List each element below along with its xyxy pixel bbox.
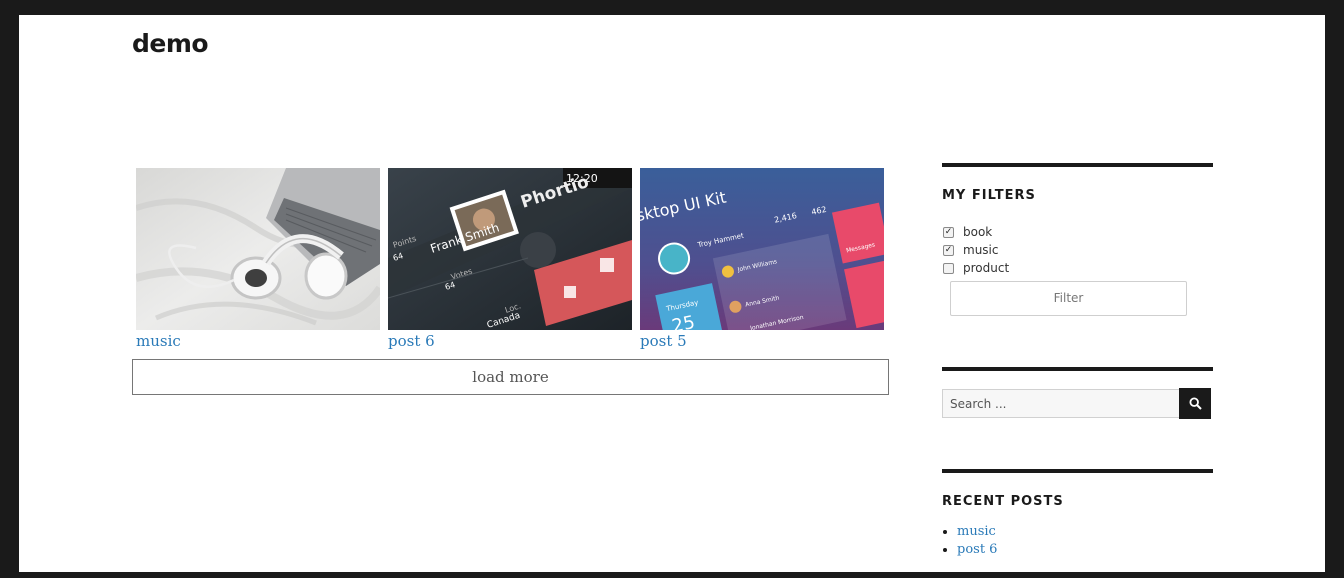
post-title-link[interactable]: music xyxy=(136,332,380,350)
checkbox-checked[interactable]: ✓ xyxy=(943,244,954,256)
widget-divider xyxy=(942,367,1213,371)
filter-label: music xyxy=(963,243,999,257)
filters-widget: MY FILTERS ✓ book ✓ music product Filter xyxy=(942,163,1213,316)
post-thumbnail-post-5[interactable]: esktop UI Kit Troy Hammet 2,416 462 Thur… xyxy=(640,168,884,330)
filter-options: ✓ book ✓ music product xyxy=(942,223,1213,277)
checkbox-unchecked[interactable] xyxy=(943,262,954,274)
recent-post-link[interactable]: music xyxy=(957,524,996,539)
page: demo music 12:20 Phortio Frank Smith Poi… xyxy=(19,15,1325,572)
filter-label: product xyxy=(963,261,1010,275)
search-icon xyxy=(1188,397,1202,410)
filter-label: book xyxy=(963,225,993,239)
phortio-app-photo: 12:20 Phortio Frank Smith Points 64 Vote… xyxy=(388,168,632,330)
post-title-link[interactable]: post 5 xyxy=(640,332,884,350)
widget-divider xyxy=(942,163,1213,167)
search-input[interactable] xyxy=(942,389,1179,418)
recent-posts-widget: RECENT POSTS music post 6 xyxy=(942,469,1213,559)
widget-title: MY FILTERS xyxy=(942,188,1036,203)
filter-option-product[interactable]: product xyxy=(942,259,1213,277)
site-title[interactable]: demo xyxy=(132,29,209,58)
desktop-ui-kit-photo: esktop UI Kit Troy Hammet 2,416 462 Thur… xyxy=(640,168,884,330)
sidebar: MY FILTERS ✓ book ✓ music product Filter xyxy=(942,163,1213,559)
post-thumbnail-music[interactable] xyxy=(136,168,380,330)
search-widget xyxy=(942,367,1213,419)
checkbox-checked[interactable]: ✓ xyxy=(943,226,954,238)
list-item: music xyxy=(957,523,1213,541)
post-title-link[interactable]: post 6 xyxy=(388,332,632,350)
recent-posts-list: music post 6 xyxy=(942,523,1213,559)
post-card: esktop UI Kit Troy Hammet 2,416 462 Thur… xyxy=(640,168,884,350)
filter-button[interactable]: Filter xyxy=(950,281,1187,316)
headphones-photo xyxy=(136,168,380,330)
filter-option-music[interactable]: ✓ music xyxy=(942,241,1213,259)
filter-option-book[interactable]: ✓ book xyxy=(942,223,1213,241)
load-more-button[interactable]: load more xyxy=(132,359,889,395)
widget-divider xyxy=(942,469,1213,473)
widget-title: RECENT POSTS xyxy=(942,494,1064,509)
recent-post-link[interactable]: post 6 xyxy=(957,542,997,557)
post-card: music xyxy=(136,168,380,350)
list-item: post 6 xyxy=(957,541,1213,559)
post-thumbnail-post-6[interactable]: 12:20 Phortio Frank Smith Points 64 Vote… xyxy=(388,168,632,330)
search-button[interactable] xyxy=(1179,388,1211,419)
search-form xyxy=(942,388,1213,419)
post-card: 12:20 Phortio Frank Smith Points 64 Vote… xyxy=(388,168,632,350)
